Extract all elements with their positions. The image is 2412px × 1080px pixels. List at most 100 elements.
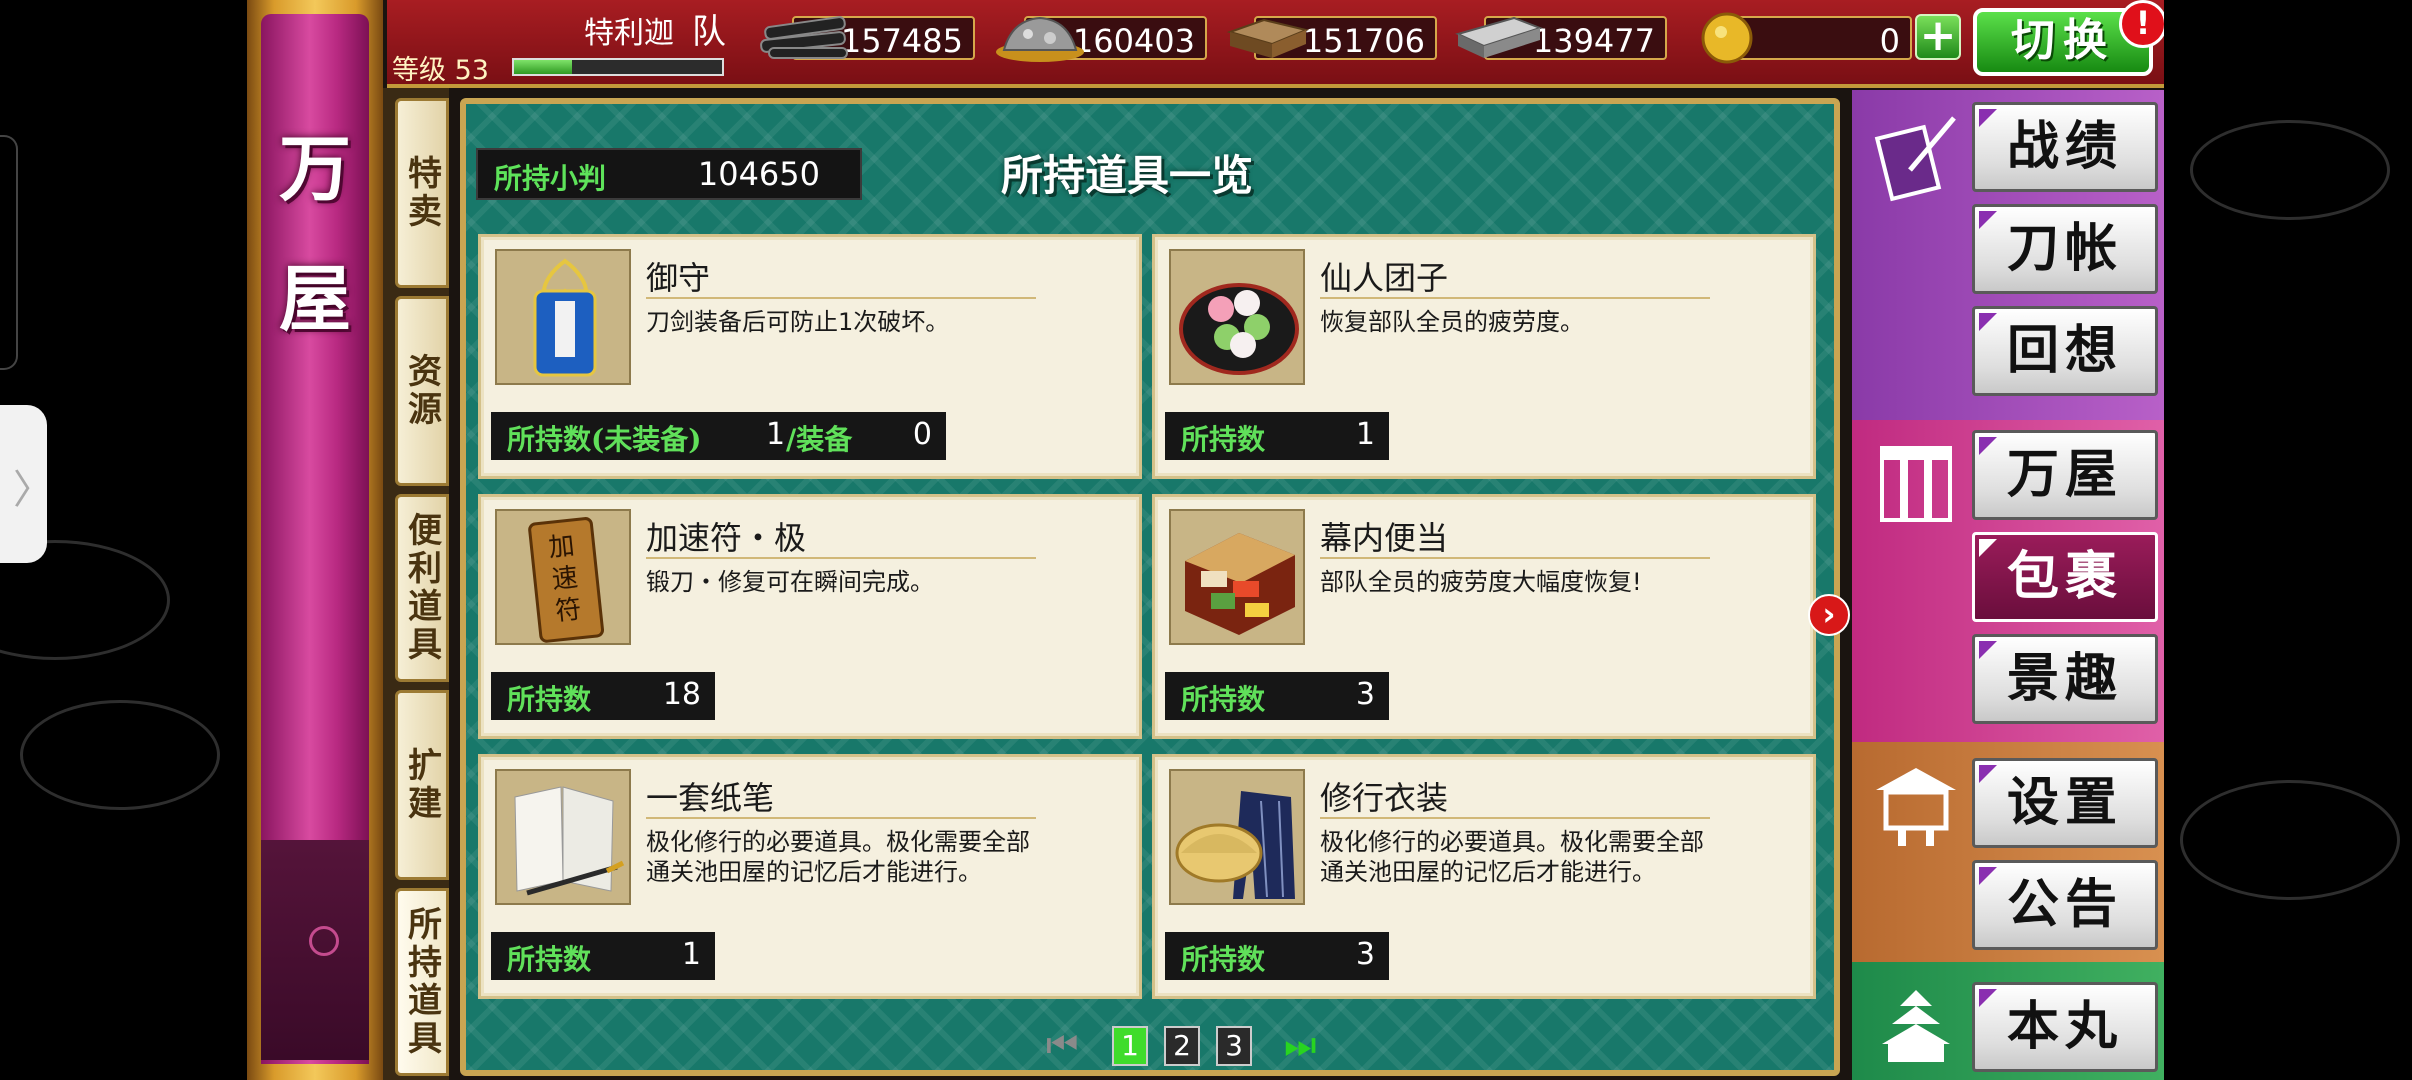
resource-value: 157485 (840, 22, 963, 60)
item-count: 所持数 1 (491, 932, 715, 980)
item-description: 极化修行的必要道具。极化需要全部 通关池田屋的记忆后才能进行。 (646, 827, 1126, 887)
tab-sale[interactable]: 特卖 (395, 98, 449, 288)
alert-badge: ! (2119, 0, 2164, 48)
divider (646, 297, 1036, 299)
resource-value: 0 (1879, 22, 1900, 60)
description-line: 通关池田屋的记忆后才能进行。 (646, 858, 982, 886)
item-description: 极化修行的必要道具。极化需要全部 通关池田屋的记忆后才能进行。 (1320, 827, 1800, 887)
tab-label: 资源 (401, 353, 442, 429)
count-value: 3 (1355, 677, 1375, 712)
item-description: 恢复部队全员的疲劳度。 (1320, 308, 1584, 336)
recollection-button[interactable]: 回想 (1972, 306, 2158, 396)
tamahagane-icon (996, 16, 1084, 62)
tab-useful-items[interactable]: 便利道具 (395, 494, 449, 682)
divider (646, 817, 1036, 819)
paper-brush-icon (495, 769, 631, 905)
first-page-icon[interactable]: ⏮ (1046, 1028, 1090, 1064)
gold-coin-icon (1701, 12, 1753, 64)
tab-owned-items[interactable]: 所持道具 (395, 888, 449, 1076)
item-count: 所持数 1 (1165, 412, 1389, 460)
background-swirl (20, 700, 220, 810)
count-label: 所持数(未装备) (507, 423, 702, 456)
item-count: 所持数(未装备) 1 /装备 0 (491, 412, 946, 460)
koban-value: 104650 (697, 155, 820, 193)
charcoal-icon (760, 16, 848, 59)
count-value: 18 (662, 677, 701, 712)
cooling-material-icon (1226, 18, 1310, 58)
banner-title-char-1: 万 (278, 126, 351, 211)
game-screen: 万 屋 特卖 资源 便利道具 扩建 所持道具 特利迦 队 等级 53 15748… (247, 0, 2164, 1080)
tab-label: 所持道具 (401, 906, 442, 1058)
book-brush-icon (1874, 116, 1956, 202)
description-line: 极化修行的必要道具。极化需要全部 (646, 828, 1030, 856)
item-count: 所持数 3 (1165, 672, 1389, 720)
shop-button[interactable]: 万屋 (1972, 430, 2158, 520)
item-count: 所持数 18 (491, 672, 715, 720)
item-card-bento[interactable]: 幕内便当 部队全员的疲劳度大幅度恢复! 所持数 3 (1152, 494, 1816, 739)
item-card-omamori[interactable]: 御守 刀剑装备后可防止1次破坏。 所持数(未装备) 1 /装备 0 (478, 234, 1142, 479)
item-name: 御守 (646, 259, 711, 297)
noren-curtain-icon (1880, 446, 1952, 522)
count-value: 1 (766, 417, 786, 452)
count-label: 所持数 (1181, 423, 1266, 456)
item-card-speed-talisman[interactable]: 加速符 加速符・极 锻刀・修复可在瞬间完成。 所持数 18 (478, 494, 1142, 739)
koban-label: 所持小判 (494, 162, 607, 195)
svg-text:加: 加 (547, 531, 576, 564)
count-value: 3 (1355, 937, 1375, 972)
last-page-icon[interactable]: ⏭ (1284, 1028, 1328, 1064)
inventory-button[interactable]: 包裹 (1972, 532, 2158, 622)
equip-value: 0 (912, 417, 932, 452)
scenery-button[interactable]: 景趣 (1972, 634, 2158, 724)
item-card-dango[interactable]: 仙人团子 恢复部队全员的疲劳度。 所持数 1 (1152, 234, 1816, 479)
resource-value: 139477 (1532, 22, 1655, 60)
records-button[interactable]: 战绩 (1972, 102, 2158, 192)
dango-icon (1169, 249, 1305, 385)
count-label: 所持数 (507, 943, 592, 976)
item-name: 修行衣装 (1320, 779, 1449, 817)
shop-pillar: 万 屋 (247, 0, 383, 1080)
level-progress-fill (514, 60, 573, 74)
notice-button[interactable]: 公告 (1972, 860, 2158, 950)
owned-items-panel: 所持小判 104650 所持道具一览 御守 刀剑装备后可防止1次破坏。 所持数(… (460, 98, 1840, 1076)
tab-label: 便利道具 (401, 512, 442, 664)
banner-title-char-2: 屋 (278, 256, 351, 341)
tab-label: 扩建 (401, 747, 442, 823)
tab-expansion[interactable]: 扩建 (395, 690, 449, 880)
sword-book-button[interactable]: 刀帐 (1972, 204, 2158, 294)
divider (1320, 817, 1710, 819)
tab-resources[interactable]: 资源 (395, 296, 449, 486)
item-name: 仙人团子 (1320, 259, 1449, 297)
item-name: 加速符・极 (646, 519, 807, 557)
description-line: 通关池田屋的记忆后才能进行。 (1320, 858, 1656, 886)
tab-label: 特卖 (401, 155, 442, 231)
signboard-icon (1876, 768, 1956, 846)
buy-coins-button[interactable]: + (1915, 14, 1961, 60)
page-2-button[interactable]: 2 (1164, 1026, 1200, 1066)
background-swirl (2180, 780, 2400, 900)
item-description: 部队全员的疲劳度大幅度恢复! (1320, 568, 1642, 596)
item-card-paper-brush[interactable]: 一套纸笔 极化修行的必要道具。极化需要全部 通关池田屋的记忆后才能进行。 所持数 … (478, 754, 1142, 999)
expand-arrow-icon[interactable]: › (1808, 594, 1850, 636)
edge-panel-outline (0, 135, 18, 370)
svg-text:符: 符 (554, 595, 583, 628)
whetstone-icon (1455, 16, 1544, 58)
edge-panel-handle[interactable]: 〉 (0, 405, 53, 563)
bento-icon (1169, 509, 1305, 645)
team-suffix: 队 (692, 12, 726, 52)
settings-button[interactable]: 设置 (1972, 758, 2158, 848)
page-3-button[interactable]: 3 (1216, 1026, 1252, 1066)
count-value: 1 (1355, 417, 1375, 452)
talisman-icon: 加速符 (495, 509, 631, 645)
count-label: 所持数 (1181, 683, 1266, 716)
omamori-icon (495, 249, 631, 385)
item-card-training-outfit[interactable]: 修行衣装 极化修行的必要道具。极化需要全部 通关池田屋的记忆后才能进行。 所持数 … (1152, 754, 1816, 999)
item-name: 幕内便当 (1320, 519, 1449, 557)
description-line: 极化修行的必要道具。极化需要全部 (1320, 828, 1704, 856)
count-label: 所持数 (507, 683, 592, 716)
crest-icon (309, 926, 339, 956)
resource-value: 151706 (1302, 22, 1425, 60)
page-1-button[interactable]: 1 (1112, 1026, 1148, 1066)
level-progress-bar (512, 58, 724, 76)
honmaru-button[interactable]: 本丸 (1972, 982, 2158, 1072)
item-count: 所持数 3 (1165, 932, 1389, 980)
